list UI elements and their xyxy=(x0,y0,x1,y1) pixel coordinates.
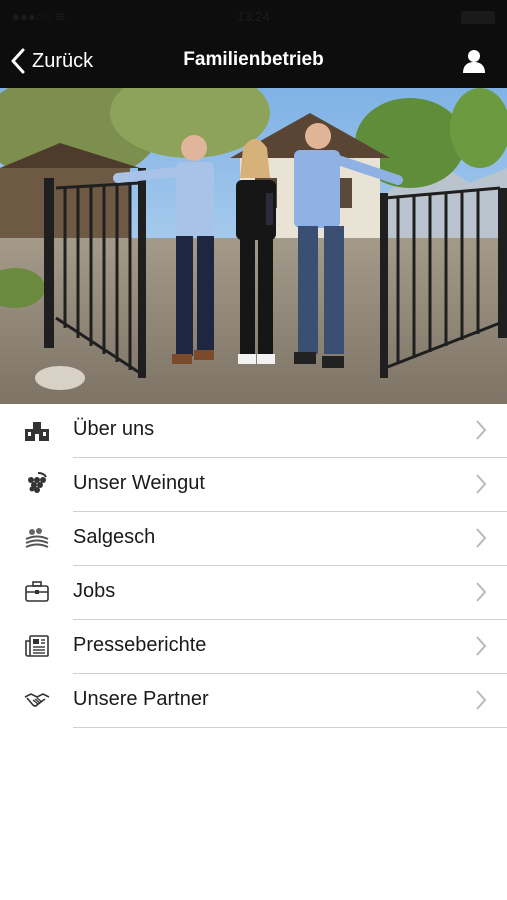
family-photo xyxy=(0,88,507,404)
menu-item-unsere-partner[interactable]: Unsere Partner xyxy=(0,674,507,728)
chevron-right-icon xyxy=(476,690,487,710)
newspaper-icon xyxy=(25,635,49,657)
menu-item-jobs[interactable]: Jobs xyxy=(0,566,507,620)
menu-item-label: Unsere Partner xyxy=(73,688,209,710)
menu-list: Über uns Unser Weingut Salgesch Jobs Pre… xyxy=(0,404,507,728)
separator xyxy=(73,727,507,728)
chevron-right-icon xyxy=(476,474,487,494)
menu-item-label: Presseberichte xyxy=(73,634,207,656)
briefcase-icon xyxy=(25,581,49,602)
page-title: Familienbetrieb xyxy=(183,49,324,70)
menu-item-label: Salgesch xyxy=(73,526,156,548)
user-icon[interactable] xyxy=(461,48,487,74)
menu-item-presseberichte[interactable]: Presseberichte xyxy=(0,620,507,674)
menu-item-ueber-uns[interactable]: Über uns xyxy=(0,404,507,458)
handshake-icon xyxy=(24,693,50,707)
chevron-right-icon xyxy=(476,528,487,548)
menu-item-salgesch[interactable]: Salgesch xyxy=(0,512,507,566)
status-time: 13:24 xyxy=(237,9,270,24)
chevron-right-icon xyxy=(476,420,487,440)
chevron-right-icon xyxy=(476,582,487,602)
building-icon xyxy=(25,422,49,441)
hero-photo xyxy=(0,88,507,404)
status-bar: ●●●○○ ≋ 13:24 xyxy=(0,0,507,34)
navigation-bar: Zurück Familienbetrieb xyxy=(0,34,507,88)
battery-icon xyxy=(461,11,495,24)
chevron-right-icon xyxy=(476,636,487,656)
village-icon xyxy=(25,528,49,548)
menu-item-unser-weingut[interactable]: Unser Weingut xyxy=(0,458,507,512)
grapes-icon xyxy=(28,472,47,493)
menu-item-label: Unser Weingut xyxy=(73,472,205,494)
menu-item-label: Über uns xyxy=(73,418,155,440)
menu-item-label: Jobs xyxy=(73,580,116,602)
